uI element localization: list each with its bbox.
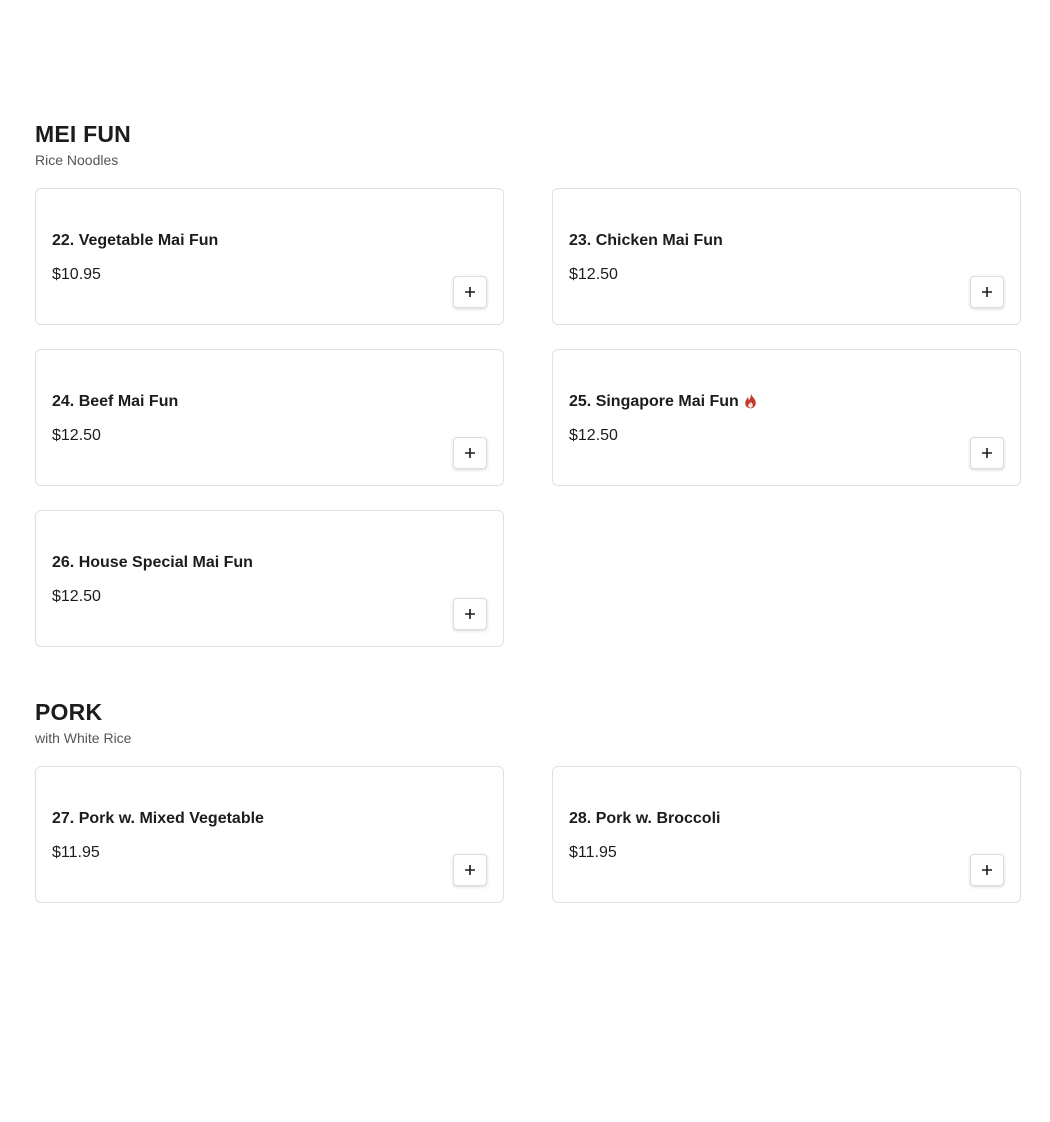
menu-item-name: 22. Vegetable Mai Fun xyxy=(52,232,219,249)
menu-item-price: $10.95 xyxy=(52,266,101,283)
menu-item-name: 25. Singapore Mai Fun xyxy=(569,392,757,412)
menu-item-name: 23. Chicken Mai Fun xyxy=(569,232,723,249)
plus-icon xyxy=(465,287,475,297)
section-header: MEI FUN Rice Noodles xyxy=(35,120,1021,169)
menu-item-name: 27. Pork w. Mixed Vegetable xyxy=(52,810,264,827)
plus-icon xyxy=(465,609,475,619)
menu-page: MEI FUN Rice Noodles 22. Vegetable Mai F… xyxy=(35,0,1021,903)
menu-item-card[interactable]: 26. House Special Mai Fun $12.50 xyxy=(35,510,504,647)
section-header: PORK with White Rice xyxy=(35,698,1021,747)
section-subtitle: Rice Noodles xyxy=(35,152,119,168)
plus-icon xyxy=(465,865,475,875)
plus-icon xyxy=(465,448,475,458)
add-to-cart-button[interactable] xyxy=(453,437,487,469)
spicy-flame-icon xyxy=(745,393,756,408)
add-to-cart-button[interactable] xyxy=(970,276,1004,308)
add-to-cart-button[interactable] xyxy=(453,276,487,308)
menu-item-price: $11.95 xyxy=(52,844,100,861)
add-to-cart-button[interactable] xyxy=(970,437,1004,469)
menu-item-card[interactable]: 27. Pork w. Mixed Vegetable $11.95 xyxy=(35,766,504,903)
plus-icon xyxy=(982,448,992,458)
menu-item-grid: 27. Pork w. Mixed Vegetable $11.95 28. P… xyxy=(35,766,1021,903)
menu-item-grid: 22. Vegetable Mai Fun $10.95 23. Chicken… xyxy=(35,188,1021,647)
menu-item-name: 28. Pork w. Broccoli xyxy=(569,810,721,827)
plus-icon xyxy=(982,865,992,875)
menu-item-name: 26. House Special Mai Fun xyxy=(52,554,253,571)
section-title: PORK xyxy=(35,699,103,725)
menu-item-name: 24. Beef Mai Fun xyxy=(52,393,179,410)
menu-item-price: $12.50 xyxy=(569,427,618,444)
section-title: MEI FUN xyxy=(35,121,131,147)
menu-item-card[interactable]: 23. Chicken Mai Fun $12.50 xyxy=(552,188,1021,325)
menu-section-mei-fun: MEI FUN Rice Noodles 22. Vegetable Mai F… xyxy=(35,120,1021,647)
section-subtitle: with White Rice xyxy=(35,730,132,746)
add-to-cart-button[interactable] xyxy=(970,854,1004,886)
menu-item-card[interactable]: 24. Beef Mai Fun $12.50 xyxy=(35,349,504,486)
add-to-cart-button[interactable] xyxy=(453,598,487,630)
menu-section-pork: PORK with White Rice 27. Pork w. Mixed V… xyxy=(35,698,1021,903)
menu-item-price: $12.50 xyxy=(569,266,618,283)
add-to-cart-button[interactable] xyxy=(453,854,487,886)
plus-icon xyxy=(982,287,992,297)
menu-item-price: $11.95 xyxy=(569,844,617,861)
menu-item-price: $12.50 xyxy=(52,427,101,444)
menu-item-card[interactable]: 28. Pork w. Broccoli $11.95 xyxy=(552,766,1021,903)
menu-item-card[interactable]: 22. Vegetable Mai Fun $10.95 xyxy=(35,188,504,325)
menu-item-card[interactable]: 25. Singapore Mai Fun $12.50 xyxy=(552,349,1021,486)
menu-item-price: $12.50 xyxy=(52,588,101,605)
